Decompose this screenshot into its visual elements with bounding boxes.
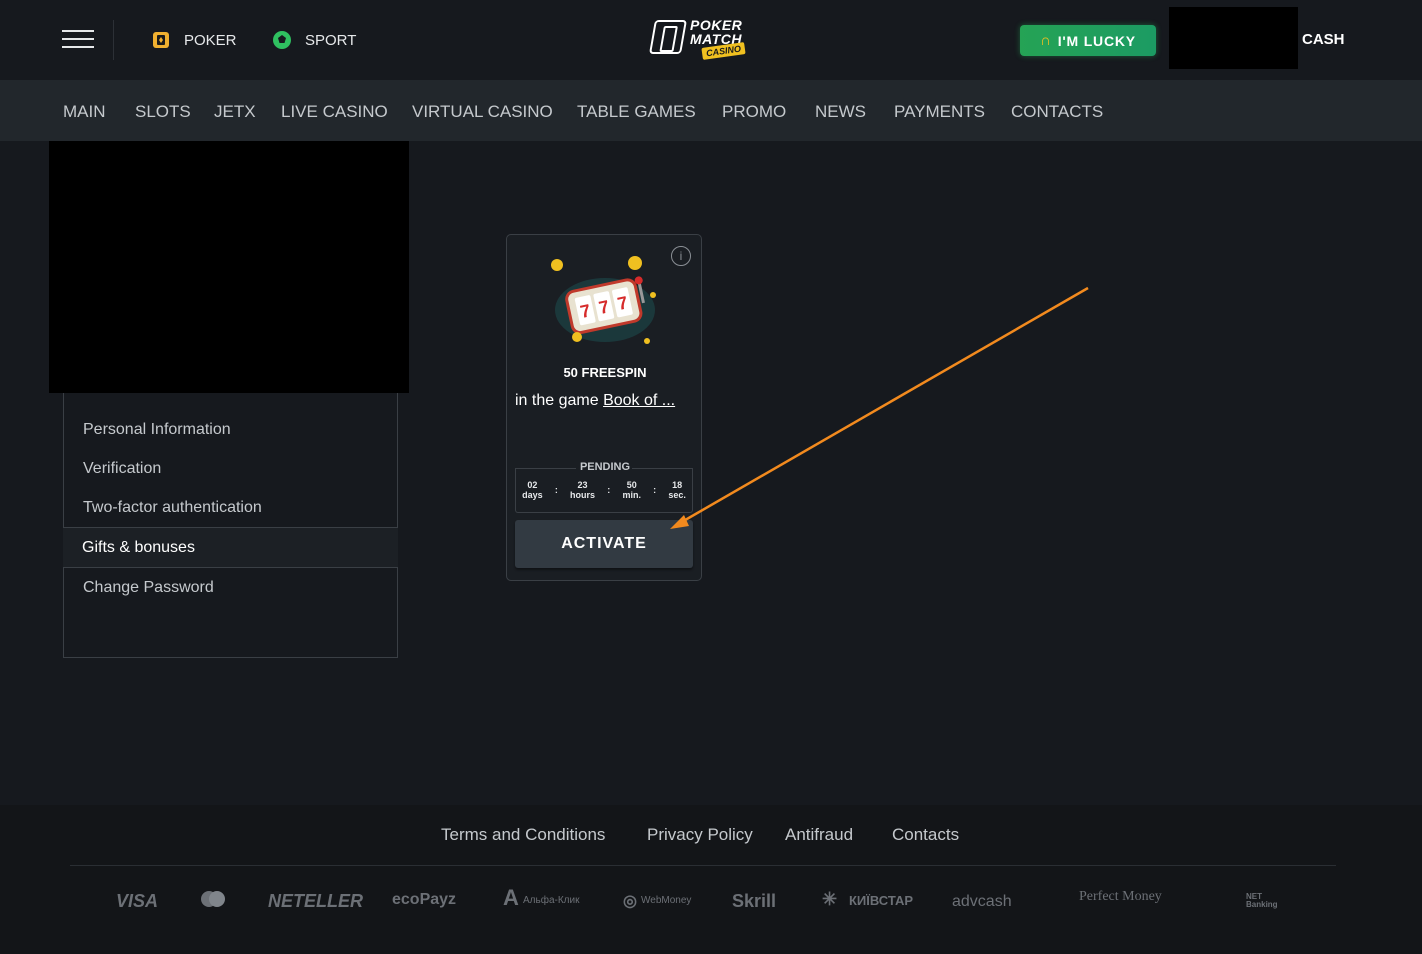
timer-days: 02 days: [522, 480, 543, 500]
football-icon: [271, 29, 293, 51]
mastercard-logo: [199, 889, 227, 916]
neteller-logo: NETELLER: [268, 891, 364, 911]
nav-live-casino[interactable]: LIVE CASINO: [281, 102, 388, 122]
main-nav: MAIN SLOTS JETX LIVE CASINO VIRTUAL CASI…: [0, 80, 1422, 141]
sidebar-item-personal-information[interactable]: Personal Information: [83, 421, 231, 439]
poker-label: POKER: [184, 31, 237, 49]
timer-minutes: 50 min.: [622, 480, 641, 500]
info-icon[interactable]: i: [671, 246, 691, 266]
net-banking-logo: NET Banking: [1246, 892, 1278, 909]
poker-icon: [150, 29, 172, 51]
webmoney-logo: WebMoney: [641, 895, 692, 906]
slot-machine-image: 7 7 7: [547, 255, 663, 355]
skrill-logo: Skrill: [732, 891, 777, 911]
alfa-icon: A: [503, 885, 519, 910]
sidebar-item-gifts-bonuses[interactable]: Gifts & bonuses: [63, 528, 398, 567]
logo-mark: [649, 20, 687, 54]
bonus-desc-prefix: in the game: [515, 392, 604, 409]
sidebar-item-two-factor[interactable]: Two-factor authentication: [83, 499, 262, 517]
redacted-profile-area: [49, 141, 409, 393]
sidebar-item-label: Gifts & bonuses: [82, 539, 195, 556]
countdown-timer: 02 days : 23 hours : 50 min. : 18 sec.: [515, 468, 693, 513]
timer-separator: :: [607, 485, 611, 495]
bonus-title: 50 FREESPIN: [563, 365, 647, 380]
nav-promo[interactable]: PROMO: [722, 102, 786, 122]
nav-main[interactable]: MAIN: [63, 102, 106, 122]
top-bar: POKER SPORT POKER MATCH CASINO ∩ I'M LUC…: [0, 0, 1422, 80]
horseshoe-icon: ∩: [1040, 32, 1052, 49]
redacted-area: [1169, 7, 1298, 69]
menu-icon[interactable]: [62, 30, 94, 50]
footer: Terms and Conditions Privacy Policy Anti…: [0, 805, 1422, 954]
nav-contacts[interactable]: CONTACTS: [1011, 102, 1103, 122]
timer-hours: 23 hours: [570, 480, 596, 500]
kyivstar-logo: КИЇВСТАР: [849, 893, 914, 908]
divider: [113, 20, 114, 60]
alfa-click-logo: Альфа-Клик: [523, 895, 580, 906]
nav-virtual-casino[interactable]: VIRTUAL CASINO: [412, 102, 553, 122]
perfect-money-logo: Perfect Money: [1079, 889, 1162, 904]
nav-slots[interactable]: SLOTS: [135, 102, 191, 122]
im-lucky-label: I'M LUCKY: [1057, 32, 1136, 49]
kyivstar-icon: ✳: [822, 889, 838, 909]
nav-payments[interactable]: PAYMENTS: [894, 102, 985, 122]
timer-separator: :: [554, 485, 558, 495]
footer-contacts-link[interactable]: Contacts: [892, 825, 959, 845]
game-link[interactable]: Book of ...: [603, 392, 675, 409]
poker-link[interactable]: POKER: [150, 28, 237, 52]
nav-news[interactable]: NEWS: [815, 102, 866, 122]
cash-button[interactable]: CASH: [1302, 31, 1345, 48]
sport-label: SPORT: [305, 31, 357, 49]
activate-button[interactable]: ACTIVATE: [515, 520, 693, 568]
im-lucky-button[interactable]: ∩ I'M LUCKY: [1020, 25, 1156, 56]
webmoney-icon: ◎: [623, 893, 637, 910]
sidebar-item-change-password[interactable]: Change Password: [83, 579, 214, 597]
timer-separator: :: [653, 485, 657, 495]
advcash-logo: advcash: [952, 893, 1012, 910]
visa-logo: VISA: [116, 891, 159, 911]
timer-seconds: 18 sec.: [668, 480, 686, 500]
footer-privacy-link[interactable]: Privacy Policy: [647, 825, 753, 845]
nav-jetx[interactable]: JETX: [214, 102, 256, 122]
footer-divider: [70, 865, 1336, 866]
bonus-description: in the game Book of ...: [515, 392, 695, 410]
ecopayz-logo: ecoPayz: [392, 891, 457, 908]
footer-terms-link[interactable]: Terms and Conditions: [441, 825, 605, 845]
sport-link[interactable]: SPORT: [271, 28, 356, 52]
nav-table-games[interactable]: TABLE GAMES: [577, 102, 696, 122]
sidebar-item-verification[interactable]: Verification: [83, 460, 161, 478]
footer-antifraud-link[interactable]: Antifraud: [785, 825, 853, 845]
pokermatch-logo[interactable]: POKER MATCH CASINO: [649, 16, 748, 64]
bonus-card: i 7 7 7 50 FREESPIN in the game Book of …: [506, 234, 702, 581]
